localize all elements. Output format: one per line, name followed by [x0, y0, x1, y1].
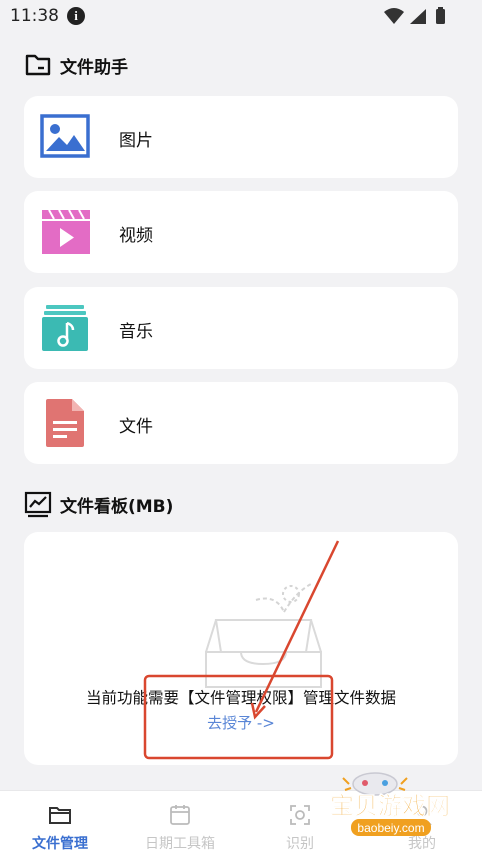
tab-label: 文件管理	[32, 836, 88, 852]
tab-file-management[interactable]: 文件管理	[0, 791, 120, 858]
watermark-url: baobeiy.com	[357, 821, 424, 835]
watermark-logo: 宝贝游戏网 baobeiy.com	[330, 772, 450, 836]
tab-date-toolbox[interactable]: 日期工具箱	[120, 791, 240, 858]
annotation-box	[143, 674, 334, 760]
watermark-text: 宝贝游戏网	[330, 792, 450, 820]
tab-label: 日期工具箱	[145, 836, 215, 852]
calendar-icon	[170, 805, 190, 825]
folder-tab-icon	[49, 807, 71, 824]
annotation-arrow	[254, 540, 340, 713]
annotation-overlay	[143, 540, 340, 760]
